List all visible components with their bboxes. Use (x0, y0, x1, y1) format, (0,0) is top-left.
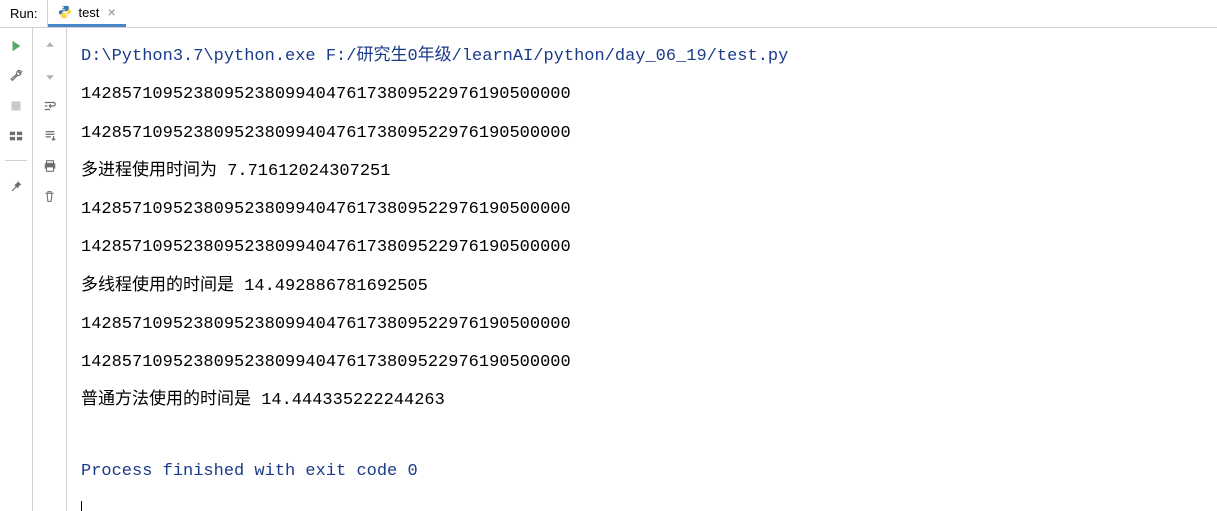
left-toolbar (0, 28, 33, 511)
stop-button[interactable] (8, 98, 24, 114)
tab-bar: test × (47, 0, 125, 27)
tab-label: test (78, 5, 99, 20)
rerun-button[interactable] (8, 38, 24, 54)
output-line: 1428571095238095238099404761738095229761… (81, 344, 1203, 382)
close-icon[interactable]: × (105, 4, 117, 20)
up-stack-button[interactable] (42, 38, 58, 54)
inner-toolbar (33, 28, 66, 511)
pin-icon (10, 179, 23, 192)
output-line: 1428571095238095238099404761738095229761… (81, 306, 1203, 344)
command-line: D:\Python3.7\python.exe F:/研究生0年级/learnA… (81, 38, 1203, 76)
scroll-to-end-icon (43, 129, 57, 143)
separator (5, 160, 27, 161)
output-line: 1428571095238095238099404761738095229761… (81, 229, 1203, 267)
soft-wrap-button[interactable] (42, 98, 58, 114)
stop-icon (10, 100, 22, 112)
run-header: Run: test × (0, 0, 1217, 28)
output-line: 普通方法使用的时间是 14.444335222244263 (81, 382, 1203, 420)
scroll-to-end-button[interactable] (42, 128, 58, 144)
cursor-line (81, 491, 1203, 511)
output-line: 1428571095238095238099404761738095229761… (81, 115, 1203, 153)
run-icon (9, 39, 23, 53)
pin-button[interactable] (8, 177, 24, 193)
output-line: 多进程使用时间为 7.71612024307251 (81, 153, 1203, 191)
tab-test[interactable]: test × (48, 0, 125, 27)
output-line: 多线程使用的时间是 14.492886781692505 (81, 268, 1203, 306)
down-arrow-icon (44, 70, 56, 82)
print-button[interactable] (42, 158, 58, 174)
text-cursor (81, 501, 82, 511)
run-tool-window: Run: test × (0, 0, 1217, 511)
wrench-icon (9, 69, 23, 83)
soft-wrap-icon (43, 99, 57, 113)
exit-code-line: Process finished with exit code 0 (81, 453, 1203, 491)
layout-button[interactable] (8, 128, 24, 144)
output-line: 1428571095238095238099404761738095229761… (81, 76, 1203, 114)
layout-icon (9, 129, 23, 143)
run-label: Run: (0, 6, 47, 21)
console-output[interactable]: D:\Python3.7\python.exe F:/研究生0年级/learnA… (66, 28, 1217, 511)
blank-line (81, 421, 1203, 453)
settings-button[interactable] (8, 68, 24, 84)
output-line: 1428571095238095238099404761738095229761… (81, 191, 1203, 229)
clear-all-button[interactable] (42, 188, 58, 204)
trash-icon (43, 190, 56, 203)
up-arrow-icon (44, 40, 56, 52)
print-icon (43, 159, 57, 173)
run-body: D:\Python3.7\python.exe F:/研究生0年级/learnA… (0, 28, 1217, 511)
python-file-icon (58, 5, 72, 19)
down-stack-button[interactable] (42, 68, 58, 84)
